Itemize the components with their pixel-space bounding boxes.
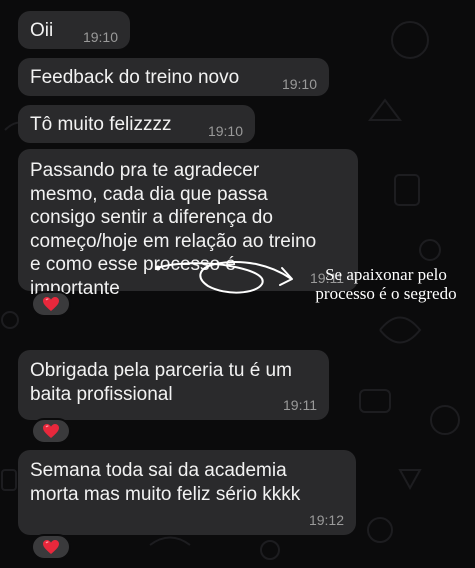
annotation-line: processo é o segredo: [315, 284, 457, 303]
overlay-annotation: Se apaixonar pelo processo é o segredo: [296, 265, 475, 303]
annotation-line: Se apaixonar pelo: [325, 265, 447, 284]
